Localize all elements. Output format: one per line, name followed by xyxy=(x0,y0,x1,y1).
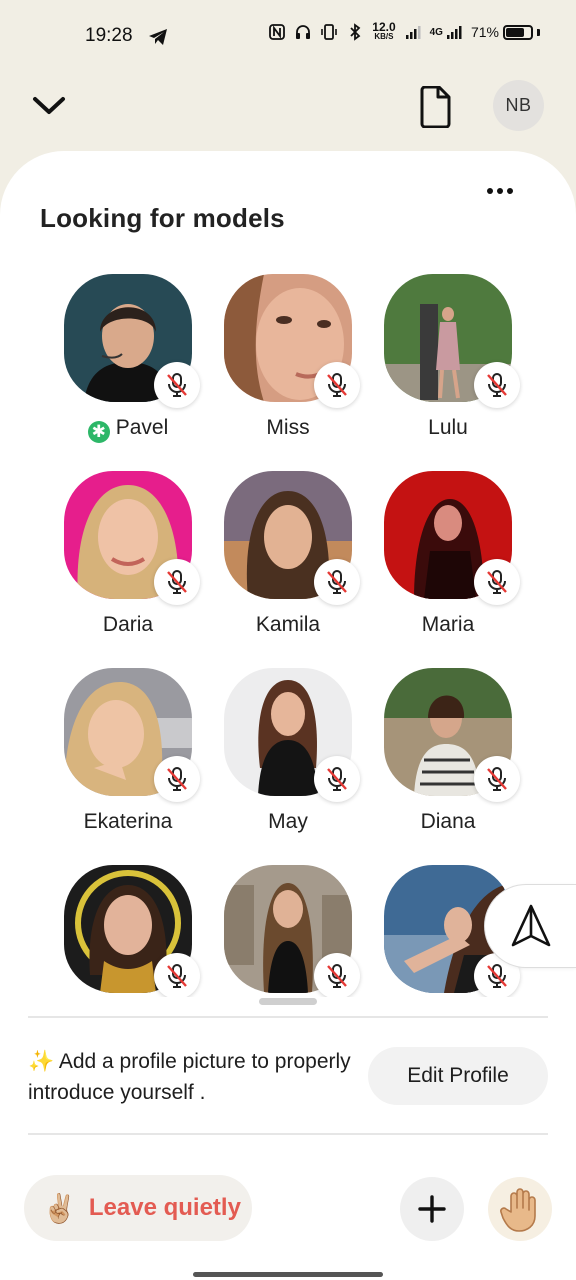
mic-muted-icon xyxy=(474,559,520,605)
home-indicator xyxy=(193,1272,383,1277)
drag-handle[interactable] xyxy=(259,998,317,1005)
signal-icon xyxy=(405,26,421,39)
network-speed: 12.0 KB/S xyxy=(372,20,396,41)
share-button[interactable] xyxy=(484,884,576,968)
leave-quietly-button[interactable]: ✌🏼 Leave quietly xyxy=(24,1175,252,1241)
divider xyxy=(28,1016,548,1018)
telegram-icon xyxy=(149,29,167,45)
document-icon[interactable] xyxy=(413,84,457,130)
headphones-icon xyxy=(296,25,311,39)
battery: 71% xyxy=(471,24,540,40)
mic-muted-icon xyxy=(474,756,520,802)
vibrate-icon xyxy=(321,24,338,40)
status-time: 19:28 xyxy=(85,25,133,46)
speaker-name: Maria xyxy=(421,613,475,636)
battery-icon xyxy=(503,24,533,40)
status-icons: 12.0 KB/S 4G 71% xyxy=(268,20,540,42)
signal-icon-2 xyxy=(446,26,462,39)
mic-muted-icon xyxy=(474,362,520,408)
network-type: 4G xyxy=(429,26,443,38)
status-bar: 19:28 12.0 KB/S 4G 71% xyxy=(0,0,576,74)
speaker-name: Lulu xyxy=(428,416,468,439)
raise-hand-icon xyxy=(500,1188,536,1232)
sparkles-icon: ✨ xyxy=(28,1050,55,1073)
speaker-tile[interactable] xyxy=(192,853,360,997)
room-title: Looking for models xyxy=(40,203,285,233)
battery-percent: 71% xyxy=(470,24,499,40)
bluetooth-icon xyxy=(350,23,361,41)
send-icon xyxy=(511,904,550,947)
plus-icon xyxy=(418,1195,446,1223)
victory-hand-icon: ✌🏼 xyxy=(42,1192,77,1224)
nfc-icon xyxy=(269,24,286,40)
profile-notice-text: Add a profile picture to properly introd… xyxy=(28,1050,351,1104)
divider xyxy=(28,1133,548,1135)
speaker-name: Diana xyxy=(420,810,476,833)
moderator-badge-icon: ✱ xyxy=(87,421,110,443)
speaker-tile[interactable] xyxy=(32,853,200,997)
profile-notice: ✨ Add a profile picture to properly intr… xyxy=(28,1046,358,1108)
add-button[interactable] xyxy=(400,1177,464,1241)
chevron-down-icon[interactable] xyxy=(30,88,68,124)
leave-quietly-label: Leave quietly xyxy=(88,1194,241,1221)
avatar[interactable]: NB xyxy=(493,80,544,131)
raise-hand-button[interactable] xyxy=(488,1177,552,1241)
more-horizontal-icon[interactable] xyxy=(480,176,520,206)
edit-profile-button[interactable]: Edit Profile xyxy=(368,1047,548,1105)
